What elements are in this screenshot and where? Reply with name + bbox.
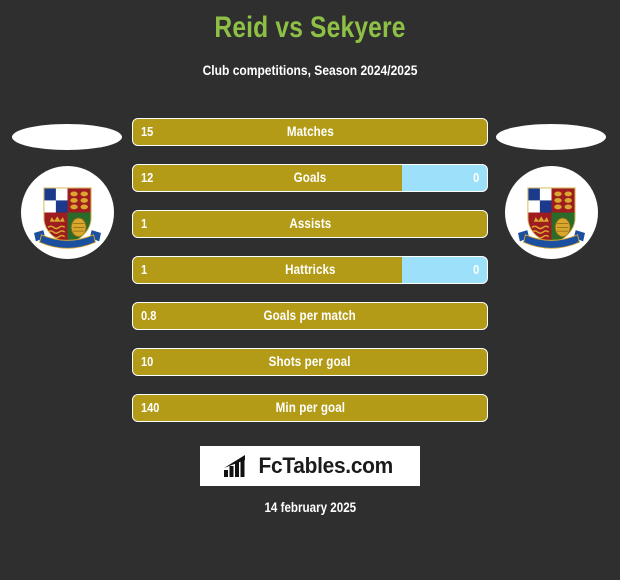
club-crest-away [505, 166, 598, 259]
stat-label: Shots per goal [269, 354, 351, 369]
stat-row-min-per-goal: 140 Min per goal [132, 394, 488, 422]
stat-label: Goals [293, 170, 327, 185]
stat-row-hattricks: 1 Hattricks 0 [132, 256, 488, 284]
comparison-panel: 15 Matches 12 Goals 0 1 Assists 1 Hattri… [0, 118, 620, 433]
stat-label: Min per goal [275, 400, 345, 415]
fctables-logo-text: FcTables.com [258, 453, 394, 478]
away-value: 0 [472, 170, 479, 185]
page-title: Reid vs Sekyere [214, 11, 406, 44]
stat-row-goals: 12 Goals 0 [132, 164, 488, 192]
stat-label: Goals per match [263, 308, 357, 323]
stats-list: 15 Matches 12 Goals 0 1 Assists 1 Hattri… [132, 118, 488, 440]
crest-shield-icon [518, 187, 585, 249]
stat-label: Assists [289, 216, 331, 231]
stat-row-matches: 15 Matches [132, 118, 488, 146]
bar-chart-icon [224, 455, 246, 477]
stat-row-assists: 1 Assists [132, 210, 488, 238]
club-crest-home [21, 166, 114, 259]
stat-label: Hattricks [284, 262, 336, 277]
player-away-panel [490, 118, 614, 278]
stat-label: Matches [286, 124, 334, 139]
header: Reid vs Sekyere Club competitions, Seaso… [0, 0, 620, 80]
stat-row-shots-per-goal: 10 Shots per goal [132, 348, 488, 376]
page-subtitle: Club competitions, Season 2024/2025 [202, 62, 418, 78]
player-home-panel [6, 118, 130, 278]
away-value: 0 [472, 262, 479, 277]
crest-shield-icon [34, 187, 101, 249]
player-photo-home [12, 124, 122, 150]
fctables-logo[interactable]: FcTables.com [200, 446, 420, 486]
stat-row-goals-per-match: 0.8 Goals per match [132, 302, 488, 330]
date-label: 14 february 2025 [264, 500, 356, 515]
player-photo-away [496, 124, 606, 150]
